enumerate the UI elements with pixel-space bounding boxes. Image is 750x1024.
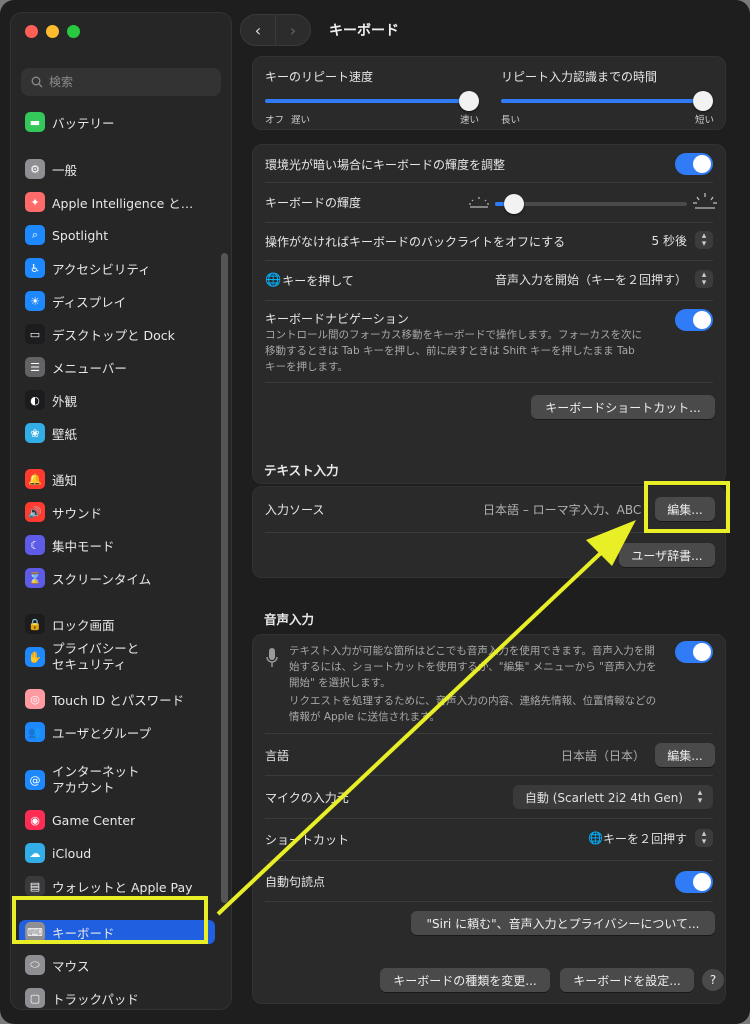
settings-window: ▬バッテリー⚙一般✦Apple Intelligence と…⌕Spotligh… [0,0,750,1024]
annotation-arrow [216,520,636,916]
